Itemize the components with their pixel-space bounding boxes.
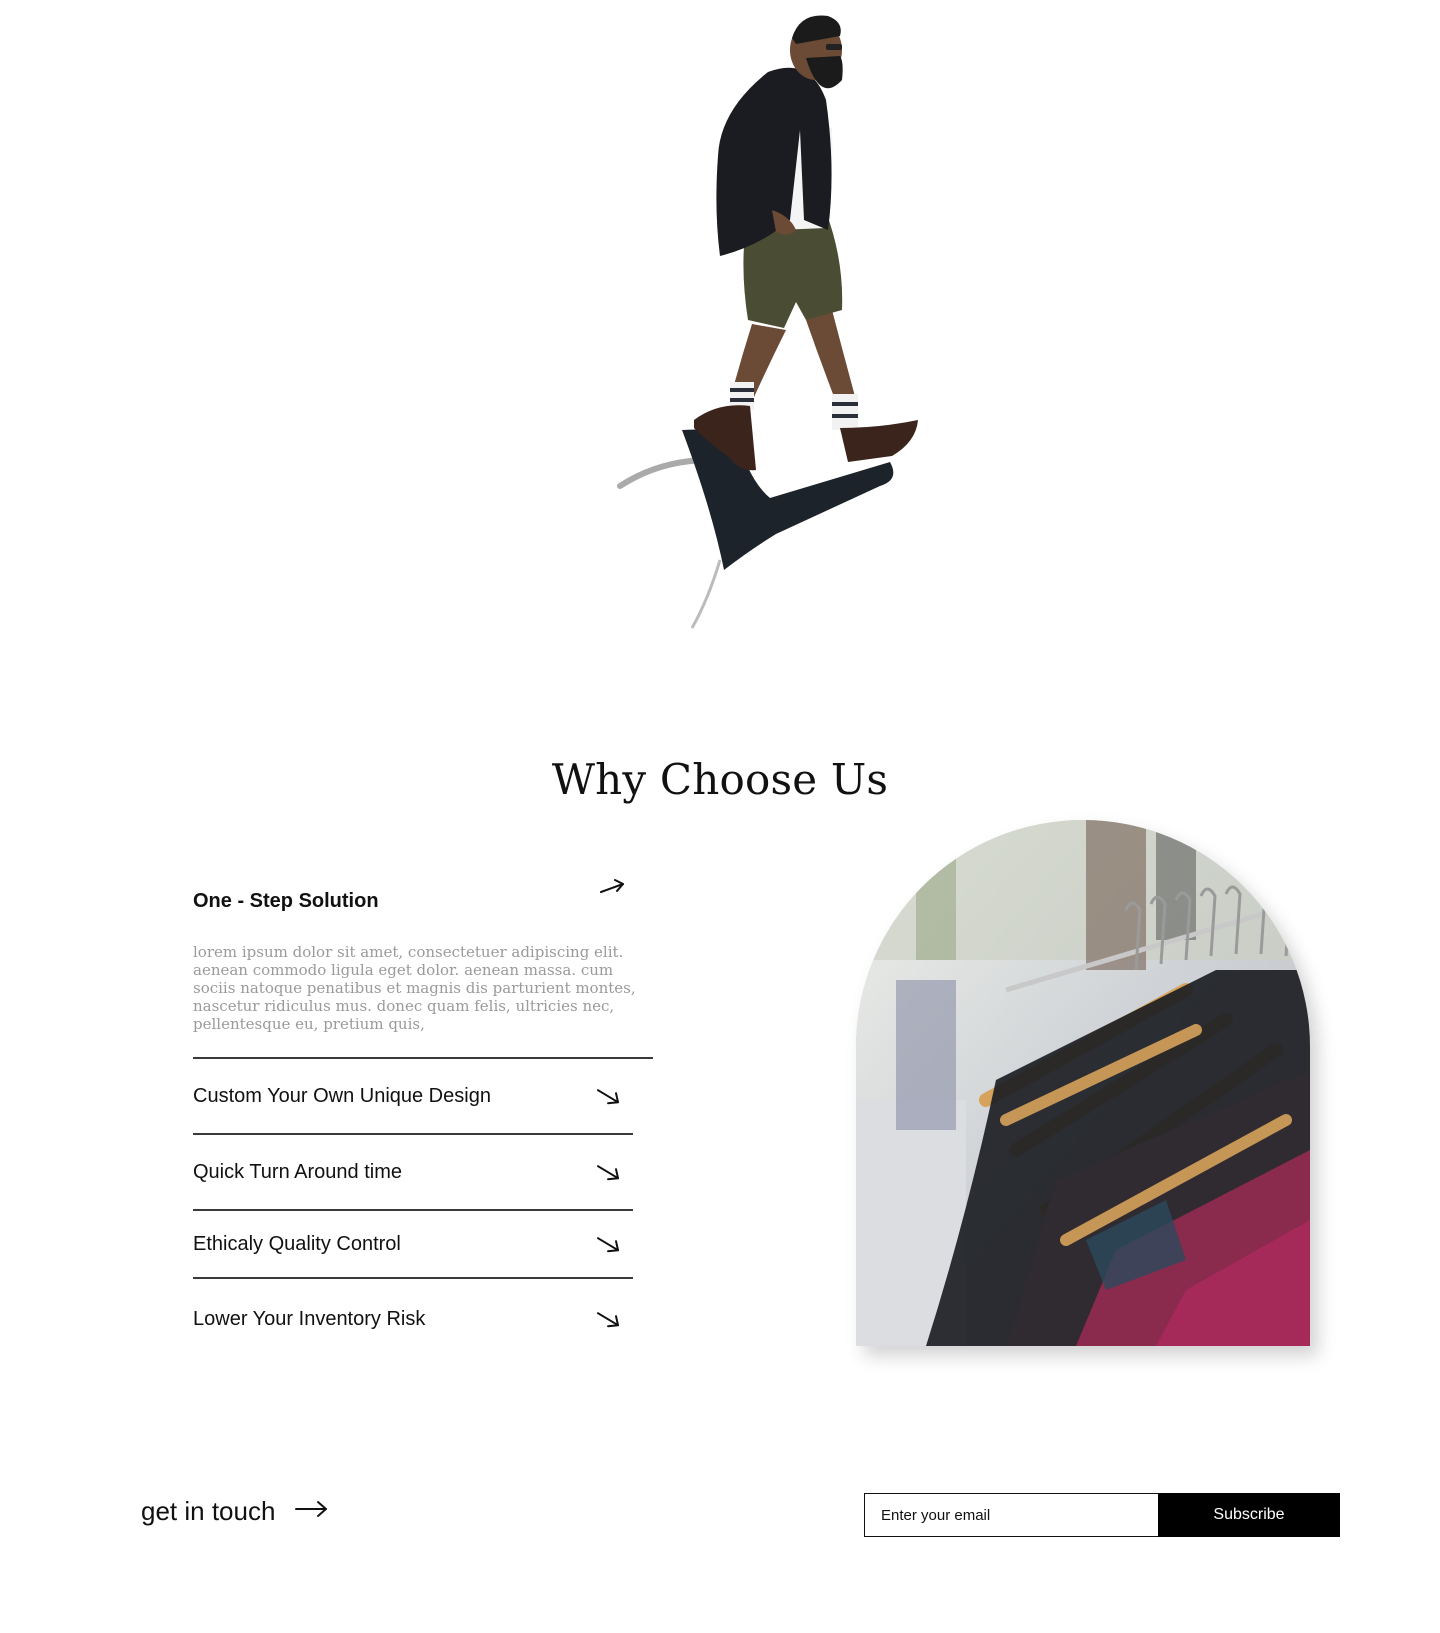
email-input[interactable] bbox=[864, 1493, 1158, 1537]
get-in-touch-link[interactable]: get in touch bbox=[141, 1496, 329, 1527]
clothing-rack-icon bbox=[856, 820, 1310, 1346]
feature-title: Custom Your Own Unique Design bbox=[193, 1084, 491, 1107]
arrow-down-right-icon[interactable] bbox=[595, 1233, 623, 1260]
clothing-rack-image bbox=[856, 820, 1310, 1346]
subscribe-button[interactable]: Subscribe bbox=[1158, 1493, 1340, 1537]
section-title: Why Choose Us bbox=[551, 755, 889, 804]
arrow-down-right-icon[interactable] bbox=[595, 1308, 623, 1335]
arrow-down-right-icon[interactable] bbox=[595, 1085, 623, 1112]
feature-title: Quick Turn Around time bbox=[193, 1160, 402, 1183]
feature-accordion: One - Step Solution lorem ipsum dolor si… bbox=[193, 860, 653, 1359]
feature-title: Lower Your Inventory Risk bbox=[193, 1307, 426, 1330]
feature-title: One - Step Solution bbox=[193, 890, 379, 912]
feature-item-quick-turnaround[interactable]: Quick Turn Around time bbox=[193, 1135, 633, 1211]
arrow-up-right-icon[interactable] bbox=[599, 878, 627, 903]
subscribe-form: Subscribe bbox=[864, 1493, 1340, 1537]
arrow-down-right-icon[interactable] bbox=[595, 1161, 623, 1188]
feature-description: lorem ipsum dolor sit amet, consectetuer… bbox=[193, 943, 653, 1059]
arrow-right-icon bbox=[295, 1500, 329, 1523]
feature-title: Ethicaly Quality Control bbox=[193, 1232, 401, 1255]
feature-item-quality-control[interactable]: Ethicaly Quality Control bbox=[193, 1211, 633, 1279]
hero-image bbox=[600, 10, 940, 650]
feature-item-inventory-risk[interactable]: Lower Your Inventory Risk bbox=[193, 1279, 633, 1359]
get-in-touch-label: get in touch bbox=[141, 1496, 276, 1526]
man-jumping-icon bbox=[617, 15, 918, 629]
feature-item-custom-design[interactable]: Custom Your Own Unique Design bbox=[193, 1059, 633, 1135]
feature-item-one-step-solution[interactable]: One - Step Solution lorem ipsum dolor si… bbox=[193, 860, 653, 1059]
